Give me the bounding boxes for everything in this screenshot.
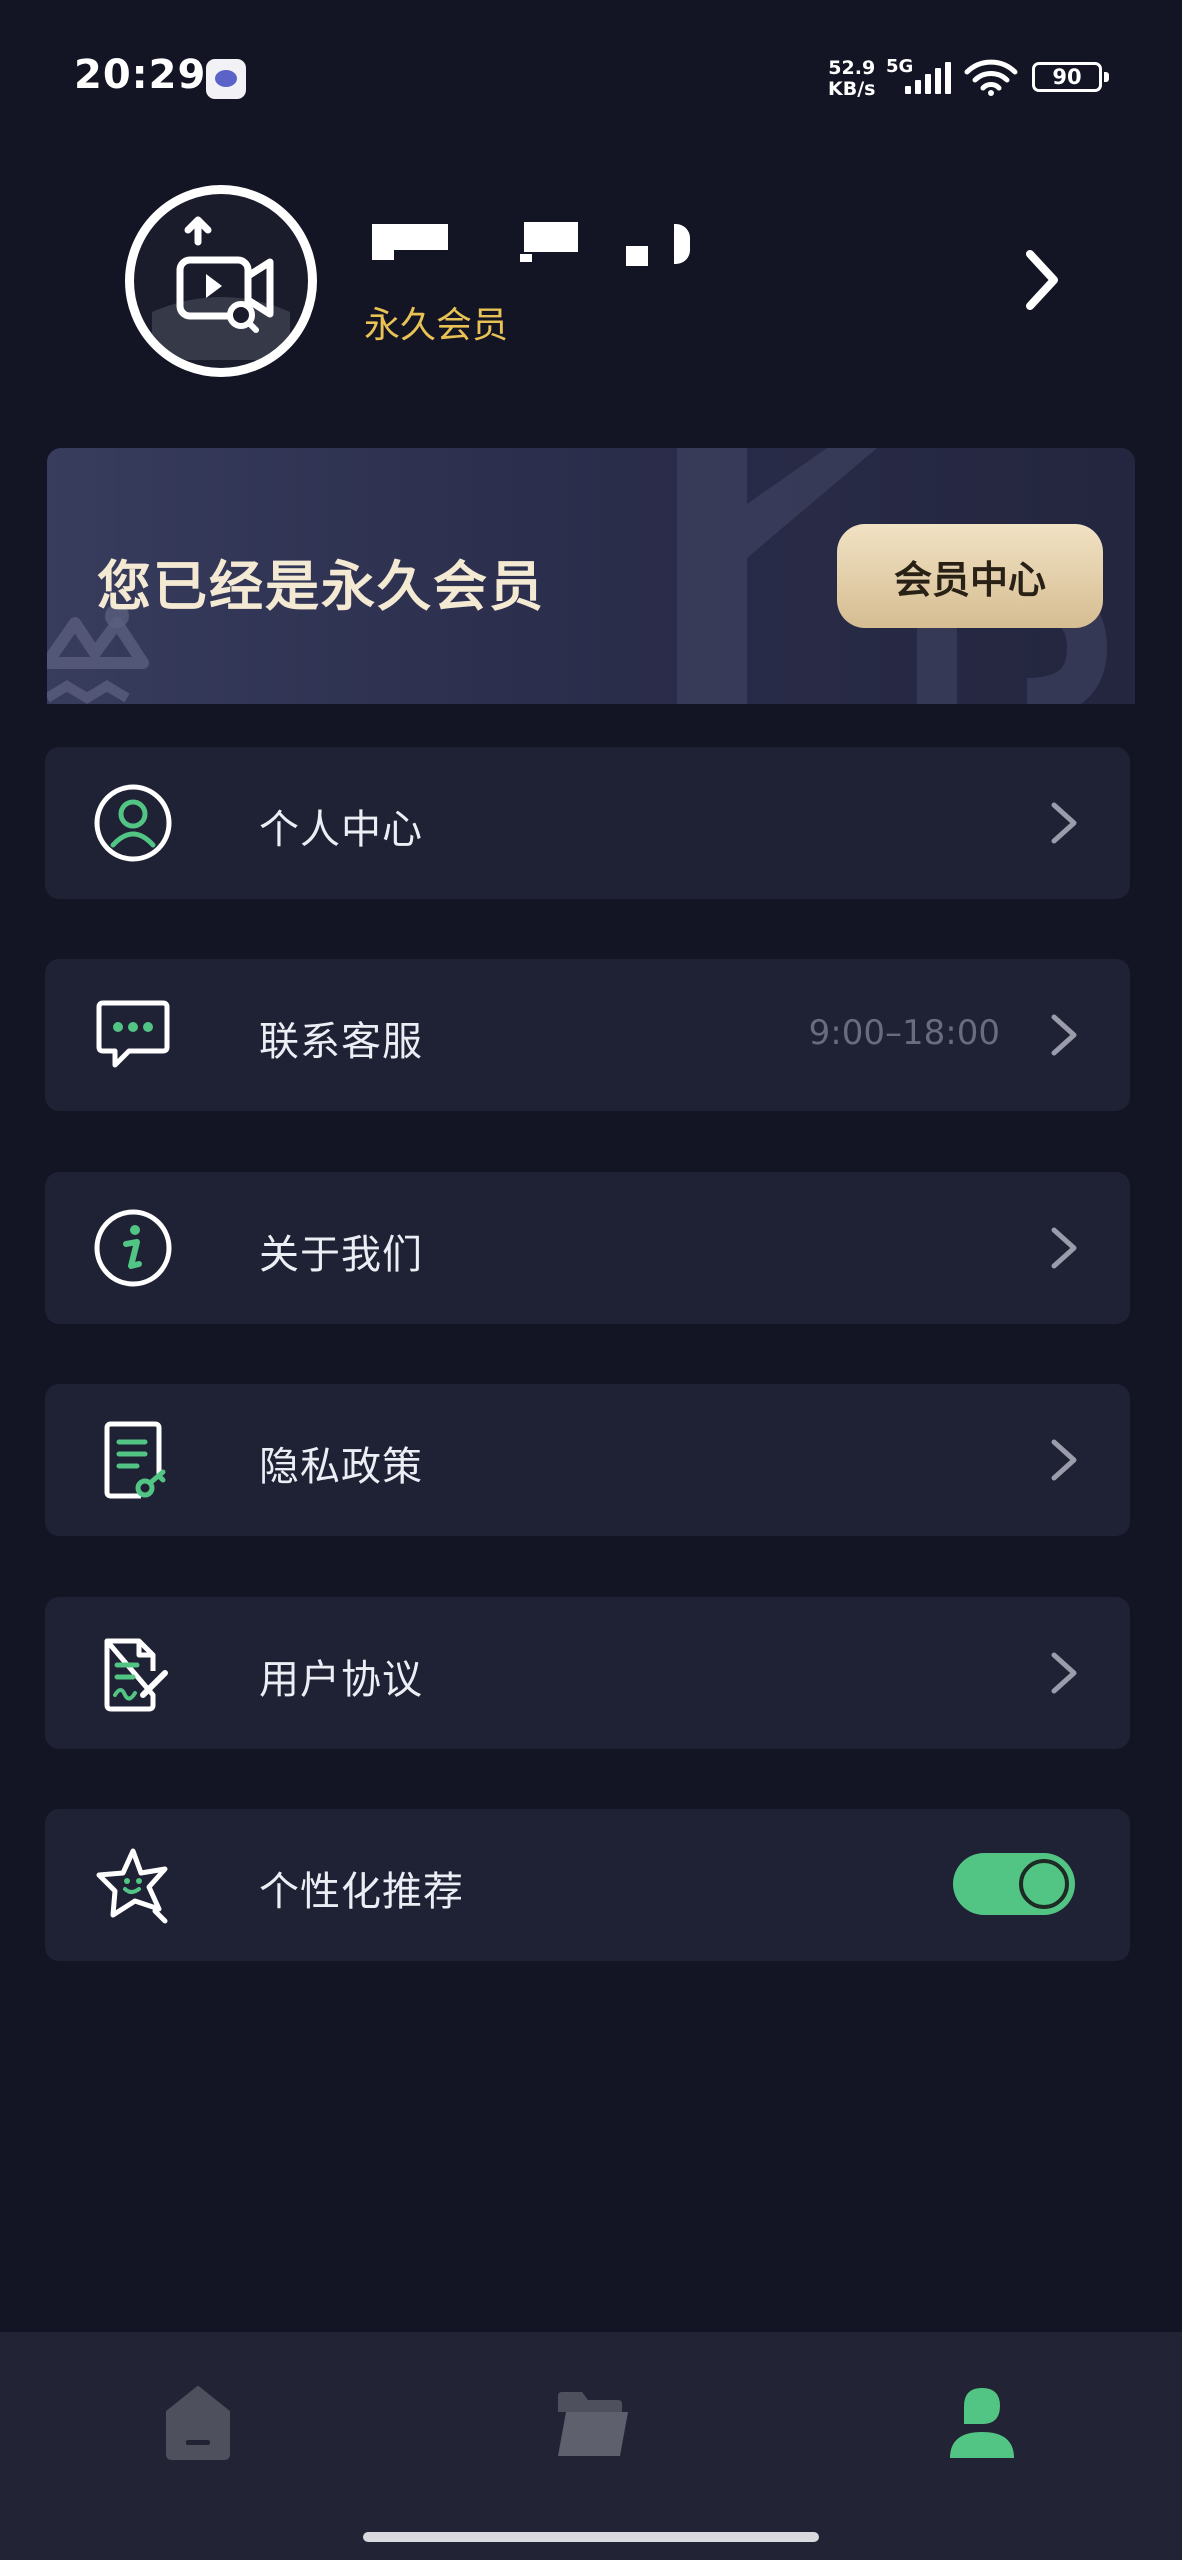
- personalized-recommendation-toggle[interactable]: [953, 1853, 1075, 1915]
- battery-icon: 90: [1032, 62, 1109, 92]
- wifi-icon: [964, 59, 1018, 96]
- video-upload-logo-icon: [152, 216, 290, 360]
- toggle-knob: [1019, 1859, 1069, 1909]
- status-bar: 20:29 52.9 KB/s 5G 90: [0, 0, 1182, 150]
- avatar[interactable]: [125, 185, 317, 377]
- menu-item-label: 个性化推荐: [259, 1869, 464, 1915]
- profile-icon[interactable]: [942, 2382, 1022, 2462]
- chevron-right-icon: [1051, 1439, 1077, 1481]
- network-speed: 52.9 KB/s: [828, 58, 875, 100]
- member-center-button[interactable]: 会员中心: [837, 524, 1103, 628]
- chevron-right-icon: [1051, 1227, 1077, 1269]
- star-face-icon: [96, 1848, 168, 1924]
- network-speed-value: 52.9: [828, 57, 876, 79]
- service-hours: 9:00–18:00: [808, 1013, 1000, 1053]
- menu-item-privacy-policy[interactable]: 隐私政策: [45, 1384, 1130, 1536]
- battery-level: 90: [1052, 65, 1082, 89]
- network-speed-unit: KB/s: [828, 78, 876, 100]
- vip-banner: 您已经是永久会员 会员中心: [47, 448, 1135, 704]
- status-time: 20:29: [74, 52, 207, 98]
- chevron-right-icon: [1051, 1014, 1077, 1056]
- username-redacted: [372, 210, 712, 272]
- info-icon: [94, 1209, 172, 1287]
- menu-item-customer-service[interactable]: 联系客服 9:00–18:00: [45, 959, 1130, 1111]
- chevron-right-icon: [1051, 1652, 1077, 1694]
- menu-item-about-us[interactable]: 关于我们: [45, 1172, 1130, 1324]
- home-indicator[interactable]: [363, 2532, 819, 2542]
- menu-item-label: 用户协议: [259, 1657, 423, 1703]
- document-signature-icon: [104, 1638, 168, 1712]
- menu-item-user-agreement[interactable]: 用户协议: [45, 1597, 1130, 1749]
- menu-item-personal-center[interactable]: 个人中心: [45, 747, 1130, 899]
- vip-status-text: 您已经是永久会员: [97, 555, 545, 618]
- user-circle-icon: [94, 784, 172, 862]
- signal-icon: [905, 62, 951, 94]
- chevron-right-icon[interactable]: [1010, 240, 1070, 320]
- menu-item-label: 关于我们: [259, 1232, 423, 1278]
- chevron-right-icon: [1051, 802, 1077, 844]
- menu-item-label: 隐私政策: [259, 1444, 423, 1490]
- menu-item-personalized-recommendation: 个性化推荐: [45, 1809, 1130, 1961]
- menu-item-label: 联系客服: [259, 1019, 423, 1065]
- notification-app-icon: [206, 59, 246, 99]
- home-icon[interactable]: [158, 2382, 238, 2462]
- folder-icon[interactable]: [552, 2382, 632, 2462]
- document-key-icon: [104, 1421, 166, 1499]
- chat-bubble-icon: [96, 1000, 170, 1068]
- member-status-label: 永久会员: [364, 305, 509, 346]
- menu-item-label: 个人中心: [259, 807, 423, 853]
- bottom-tab-bar: [0, 2332, 1182, 2512]
